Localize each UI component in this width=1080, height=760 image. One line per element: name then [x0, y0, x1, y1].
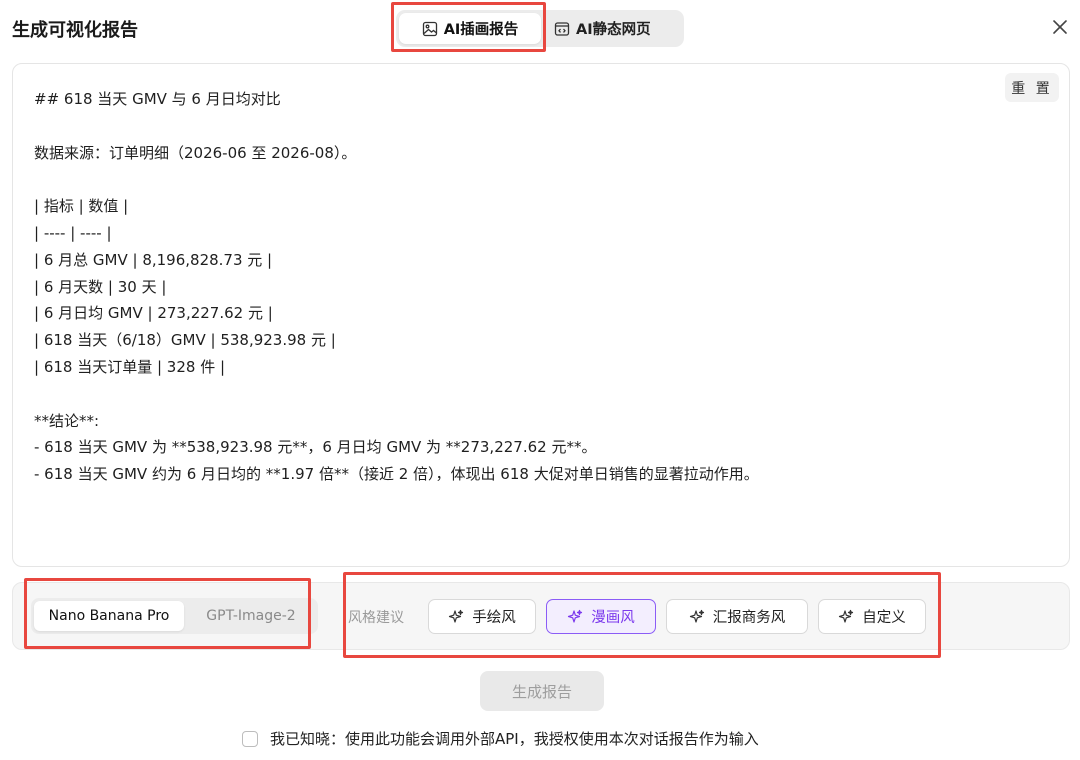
tab-label: AI插画报告: [443, 22, 519, 38]
style-chip-label: 漫画风: [591, 610, 635, 626]
options-bar: Nano Banana Pro GPT-Image-2 风格建议 手绘风 漫画风…: [12, 582, 1070, 650]
style-chip-business-report[interactable]: 汇报商务风: [666, 599, 808, 634]
style-chip-label: 汇报商务风: [712, 610, 786, 626]
content-blank-line: [34, 166, 994, 193]
style-chip-custom[interactable]: 自定义: [818, 599, 926, 634]
content-line: 数据来源：订单明细（2026-06 至 2026-08）。: [34, 143, 357, 162]
content-line: | 指标 | 数值 |: [34, 197, 129, 216]
style-chip-hand-drawn[interactable]: 手绘风: [428, 599, 536, 634]
model-option-gpt-image-2[interactable]: GPT-Image-2: [187, 601, 315, 631]
content-line: **结论**:: [34, 411, 100, 430]
content-line: | ---- | ---- |: [34, 223, 112, 242]
content-line: - 618 当天 GMV 约为 6 月日均的 **1.97 倍**（接近 2 倍…: [34, 465, 759, 484]
close-button[interactable]: [1049, 16, 1071, 38]
image-icon: [422, 21, 437, 36]
content-line: | 6 月日均 GMV | 273,227.62 元 |: [34, 304, 273, 323]
content-line: | 6 月总 GMV | 8,196,828.73 元 |: [34, 250, 273, 269]
content-line: | 618 当天（6/18）GMV | 538,923.98 元 |: [34, 331, 336, 350]
tab-ai-illustration-report[interactable]: AI插画报告: [399, 13, 541, 44]
code-window-icon: [554, 21, 570, 36]
report-dialog: 生成可视化报告 AI插画报告 AI静态网页 重 置 ## 618 当天 GMV …: [0, 0, 1080, 760]
consent-row: 我已知晓：使用此功能会调用外部API，我授权使用本次对话报告作为输入: [242, 728, 759, 749]
sparkle-icon: [449, 609, 464, 623]
sparkle-icon: [689, 609, 704, 623]
content-blank-line: [34, 381, 994, 408]
consent-text: 我已知晓：使用此功能会调用外部API，我授权使用本次对话报告作为输入: [270, 730, 759, 748]
sparkle-icon: [839, 609, 854, 623]
generate-report-button[interactable]: 生成报告: [480, 671, 604, 711]
content-line: - 618 当天 GMV 为 **538,923.98 元**，6 月日均 GM…: [34, 438, 597, 457]
dialog-title: 生成可视化报告: [12, 20, 138, 41]
model-selector: Nano Banana Pro GPT-Image-2: [31, 598, 318, 634]
model-option-nano-banana-pro[interactable]: Nano Banana Pro: [34, 601, 184, 631]
content-line: | 6 月天数 | 30 天 |: [34, 277, 167, 296]
reset-button[interactable]: 重 置: [1005, 73, 1059, 102]
close-icon: [1053, 20, 1067, 34]
style-chip-comic[interactable]: 漫画风: [546, 599, 656, 634]
report-markdown-content: ## 618 当天 GMV 与 6 月日均对比 数据来源：订单明细（2026-0…: [34, 86, 994, 488]
consent-checkbox[interactable]: [242, 730, 258, 747]
style-chip-label: 自定义: [862, 610, 906, 626]
sparkle-icon: [568, 609, 583, 623]
report-type-tabs: AI插画报告 AI静态网页: [396, 10, 684, 47]
report-content-editor[interactable]: 重 置 ## 618 当天 GMV 与 6 月日均对比 数据来源：订单明细（20…: [12, 63, 1070, 567]
style-suggestion-label: 风格建议: [348, 610, 404, 626]
tab-label: AI静态网页: [576, 22, 651, 38]
content-blank-line: [34, 113, 994, 140]
tab-ai-static-webpage[interactable]: AI静态网页: [544, 13, 680, 44]
style-chip-label: 手绘风: [472, 610, 516, 626]
content-line: | 618 当天订单量 | 328 件 |: [34, 357, 226, 376]
content-line: ## 618 当天 GMV 与 6 月日均对比: [34, 90, 281, 108]
